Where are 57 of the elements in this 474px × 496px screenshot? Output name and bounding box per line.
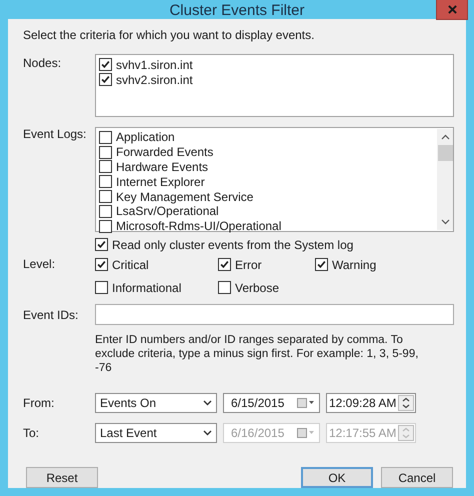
read-only-option[interactable]: Read only cluster events from the System log — [112, 238, 354, 252]
level-option[interactable]: Error — [235, 258, 262, 272]
event-log-item[interactable]: Key Management Service — [116, 190, 254, 204]
checkbox[interactable] — [99, 73, 112, 86]
event-log-item[interactable]: Hardware Events — [116, 160, 208, 174]
chevron-down-icon — [203, 430, 212, 436]
dialog-button[interactable]: Cancel — [381, 467, 453, 488]
scroll-thumb[interactable] — [438, 145, 452, 161]
event-log-item[interactable]: Application — [116, 130, 175, 144]
level-option[interactable]: Warning — [332, 258, 376, 272]
level-label: Level: — [23, 257, 56, 273]
checkbox[interactable] — [218, 258, 231, 271]
level-option[interactable]: Verbose — [235, 280, 280, 294]
dialog-button[interactable]: Reset — [26, 467, 98, 488]
level-option[interactable]: Informational — [112, 280, 182, 294]
node-item[interactable]: svhv1.siron.int — [116, 58, 193, 72]
event-log-item[interactable]: Microsoft-Rdms-UI/Operational — [116, 219, 282, 234]
window-title: Cluster Events Filter — [169, 2, 305, 19]
calendar-icon — [297, 428, 315, 438]
nodes-label: Nodes: — [23, 55, 62, 72]
checkbox[interactable] — [99, 204, 112, 218]
scroll-up-icon[interactable] — [440, 134, 450, 140]
scroll-down-icon[interactable] — [440, 219, 450, 225]
checkbox[interactable] — [315, 258, 328, 271]
level-option[interactable]: Critical — [112, 258, 149, 272]
event-log-item[interactable]: LsaSrv/Operational — [116, 204, 219, 218]
event-log-item[interactable]: Forwarded Events — [116, 145, 214, 160]
event-logs-label: Event Logs: — [23, 127, 88, 143]
node-item[interactable]: svhv2.siron.int — [116, 72, 193, 86]
chevron-down-icon — [203, 400, 212, 406]
checkbox[interactable] — [95, 258, 108, 271]
checkbox[interactable] — [95, 281, 108, 294]
checkbox[interactable] — [99, 58, 112, 71]
close-button[interactable] — [436, 0, 468, 20]
checkbox[interactable] — [95, 238, 108, 251]
time-field[interactable]: 12:09:28 AM — [326, 393, 416, 413]
checkbox[interactable] — [218, 281, 231, 294]
close-icon — [448, 5, 456, 14]
checkbox[interactable] — [99, 146, 112, 159]
calendar-icon — [297, 398, 315, 408]
range-label: From: — [23, 396, 56, 410]
checkbox[interactable] — [99, 175, 112, 188]
dialog-button[interactable]: OK — [301, 467, 373, 488]
instruction-text: Select the criteria for which you want to display events. — [23, 28, 316, 44]
event-ids-label: Event IDs: — [23, 307, 80, 324]
range-label: To: — [23, 426, 40, 440]
date-picker[interactable]: 6/15/2015 — [223, 393, 320, 413]
checkbox[interactable] — [99, 130, 112, 144]
mode-dropdown[interactable]: Events On — [95, 393, 217, 413]
event-ids-field[interactable] — [95, 304, 454, 325]
spinner-icon[interactable] — [398, 395, 414, 411]
scrollbar[interactable] — [437, 129, 453, 230]
checkbox[interactable] — [99, 220, 112, 233]
checkbox[interactable] — [99, 160, 112, 174]
event-ids-hint: Enter ID numbers and/or ID ranges separated by comma. To exclude criteria, type a minus sign first. For example: 1, 3, 5-99, -76 — [95, 333, 420, 375]
event-log-item[interactable]: Internet Explorer — [116, 174, 205, 189]
checkbox[interactable] — [99, 190, 112, 204]
